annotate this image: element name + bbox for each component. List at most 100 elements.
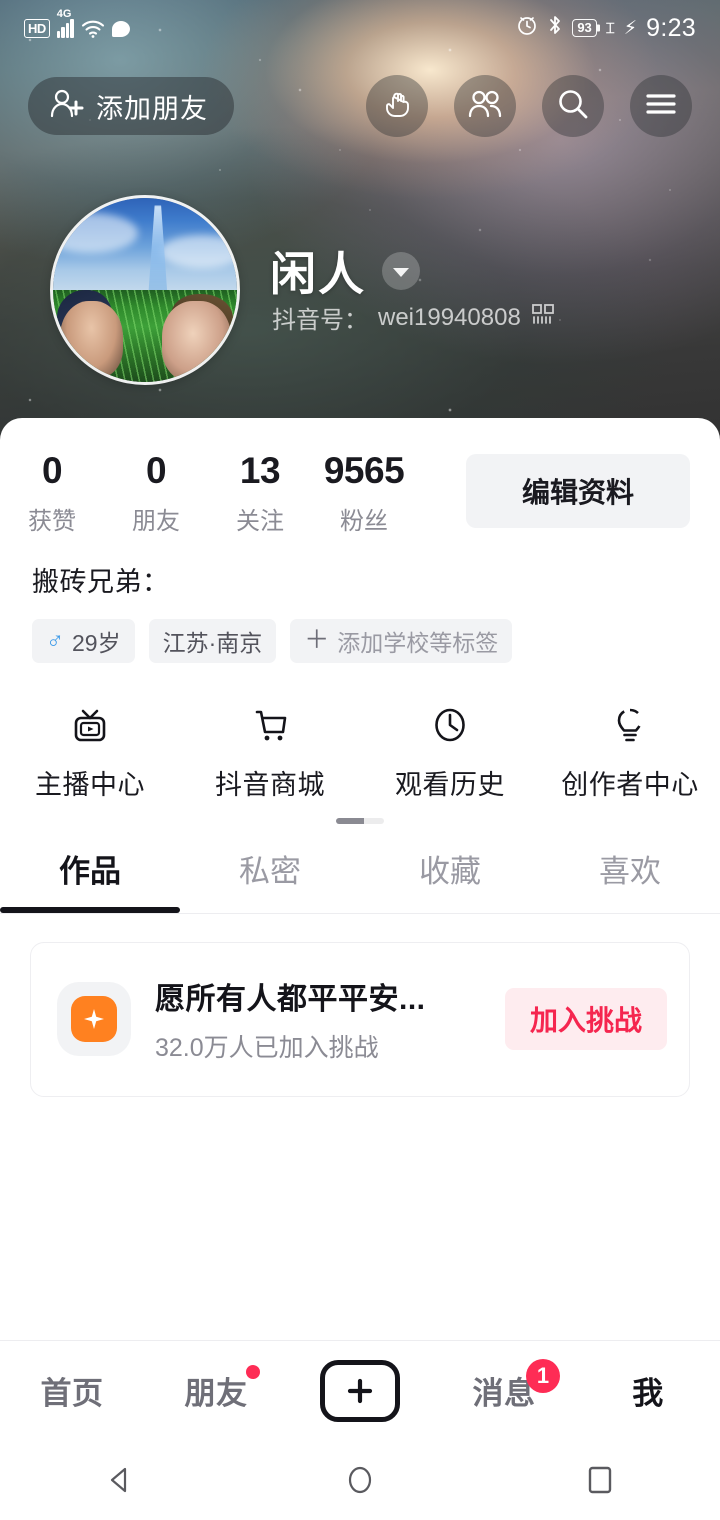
avatar[interactable] [50,195,240,385]
challenge-card[interactable]: 愿所有人都平平安... 32.0万人已加入挑战 加入挑战 [30,941,690,1097]
triangle-back-icon [110,1467,127,1493]
tab-works[interactable]: 作品 [0,846,180,913]
stat-label: 关注 [236,507,284,535]
stat-value: 13 [239,450,281,491]
nav-create[interactable] [288,1341,432,1440]
two-people-icon [467,89,503,124]
message-count-badge: 1 [526,1359,560,1393]
nav-label: 我 [632,1376,664,1411]
quick-watch-history[interactable]: 观看历史 [360,701,540,802]
chevron-down-icon[interactable] [382,252,420,290]
quick-actions-row: 主播中心 抖音商城 观看历史 创作者中心 [0,663,720,802]
add-person-icon [50,89,84,124]
unread-dot-indicator [246,1365,260,1379]
quick-label: 观看历史 [395,769,505,800]
battery-level-text: 93 [577,19,592,35]
stat-friends[interactable]: 0 朋友 [104,450,208,536]
douyin-id-label: 抖音号： [272,307,368,334]
wifi-icon [81,20,105,38]
android-home-button[interactable] [240,1463,480,1497]
nav-messages[interactable]: 消息 1 [432,1341,576,1440]
nav-me[interactable]: 我 [576,1341,720,1440]
edit-profile-button[interactable]: 编辑资料 [466,454,690,528]
profile-tags: ♂ 29岁 江苏·南京 ＋ 添加学校等标签 [0,599,720,663]
search-icon [556,87,590,126]
tag-age[interactable]: ♂ 29岁 [32,618,135,663]
join-challenge-button[interactable]: 加入挑战 [505,988,667,1051]
status-bar-left: HD 4G [24,8,130,38]
challenge-subtitle: 32.0万人已加入挑战 [155,1034,379,1063]
tag-label: 江苏·南京 [162,629,263,656]
quick-label: 创作者中心 [561,769,699,800]
shopping-cart-icon [246,701,294,749]
stat-value: 0 [145,450,167,491]
tab-favorites[interactable]: 收藏 [360,846,540,913]
android-system-nav [0,1440,720,1520]
status-bar: HD 4G 93 ⌶ ⚡ 9:23 [0,0,720,56]
douyin-id-row[interactable]: 抖音号： wei19940808 [272,300,555,335]
profile-name-row: 闲人 [270,238,420,304]
quick-douyin-mall[interactable]: 抖音商城 [180,701,360,802]
android-recents-button[interactable] [480,1463,720,1497]
chat-bubble-icon [111,20,130,37]
douyin-profile-screen: HD 4G 93 ⌶ ⚡ 9:23 添加朋友 闲人 抖音号： wei199408… [0,0,720,1520]
tag-add-school[interactable]: ＋ 添加学校等标签 [290,618,513,663]
stat-label: 粉丝 [340,507,388,535]
content-tabs: 作品 私密 收藏 喜欢 [0,846,720,913]
charging-bolt-icon: ⚡ [623,17,638,39]
tv-play-icon [66,701,114,749]
hd-badge: HD [24,18,50,38]
network-type-label: 4G [56,7,72,20]
stat-label: 朋友 [132,507,180,535]
tag-label: 添加学校等标签 [337,629,499,656]
friends-button[interactable] [454,75,516,137]
tabs-divider [0,912,720,914]
clock-time: 9:23 [646,13,696,42]
nav-home[interactable]: 首页 [0,1341,144,1440]
add-friend-button[interactable]: 添加朋友 [28,77,234,135]
pointing-hand-button[interactable] [366,75,428,137]
tab-private[interactable]: 私密 [180,846,360,913]
android-back-button[interactable] [0,1463,240,1497]
stat-likes[interactable]: 0 获赞 [0,450,104,536]
tab-likes[interactable]: 喜欢 [540,846,720,913]
menu-button[interactable] [630,75,692,137]
profile-top-actions: 添加朋友 [0,72,720,140]
tag-label: 29岁 [72,629,121,656]
hamburger-menu-icon [645,92,677,121]
nav-label: 首页 [40,1376,104,1411]
stat-label: 获赞 [28,507,76,535]
nav-friends[interactable]: 朋友 [144,1341,288,1440]
tag-location[interactable]: 江苏·南京 [148,618,277,663]
alarm-clock-icon [516,14,538,42]
male-gender-icon: ♂ [46,626,64,654]
stat-following[interactable]: 13 关注 [208,450,312,536]
clock-icon [426,701,474,749]
stats-row: 0 获赞 0 朋友 13 关注 9565 粉丝 编辑资料 [0,418,720,536]
qr-code-icon[interactable] [531,302,555,333]
bluetooth-icon [547,14,563,42]
quick-anchor-center[interactable]: 主播中心 [0,701,180,802]
quick-label: 主播中心 [35,769,145,800]
sparkle-badge-icon [71,996,117,1043]
battery-indicator: 93 [572,18,597,38]
create-post-button[interactable] [320,1359,400,1422]
bottom-navigation: 首页 朋友 消息 1 我 [0,1340,720,1440]
challenge-title: 愿所有人都平平安... [155,983,426,1017]
lightbulb-icon [606,701,654,749]
douyin-id-value: wei19940808 [378,303,521,331]
add-friend-label: 添加朋友 [96,93,208,124]
stat-fans[interactable]: 9565 粉丝 [312,451,416,536]
avatar-artwork [53,198,237,382]
pointing-hand-icon [380,89,414,124]
stat-value: 0 [41,450,63,491]
quick-actions-scroll-indicator [336,817,384,824]
quick-creator-center[interactable]: 创作者中心 [540,701,720,802]
status-bar-right: 93 ⌶ ⚡ 9:23 [516,14,696,43]
quick-label: 抖音商城 [215,769,325,800]
cellular-signal-icon: 4G [56,8,74,38]
plus-icon: ＋ [304,626,330,655]
square-recents-icon [588,1466,612,1494]
profile-bio[interactable]: 搬砖兄弟： [0,536,720,599]
search-button[interactable] [542,75,604,137]
